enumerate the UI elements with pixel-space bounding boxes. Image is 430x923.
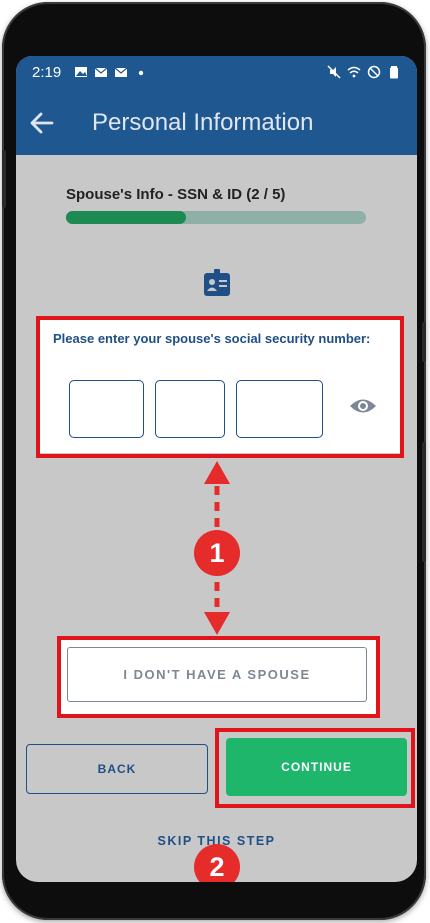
phone-frame: 2:19 Personal Information Spouse's Info … bbox=[2, 2, 426, 920]
side-button bbox=[422, 322, 426, 362]
side-button bbox=[422, 442, 426, 562]
annotation-badge-2: 2 bbox=[194, 844, 240, 882]
app-screen: 2:19 Personal Information Spouse's Info … bbox=[16, 56, 417, 882]
arrowhead-down-icon bbox=[204, 612, 230, 635]
annotation-badge-1: 1 bbox=[194, 530, 240, 576]
arrowhead-up-icon bbox=[204, 461, 230, 484]
side-button bbox=[2, 150, 6, 208]
annotation-arrow bbox=[204, 461, 230, 635]
